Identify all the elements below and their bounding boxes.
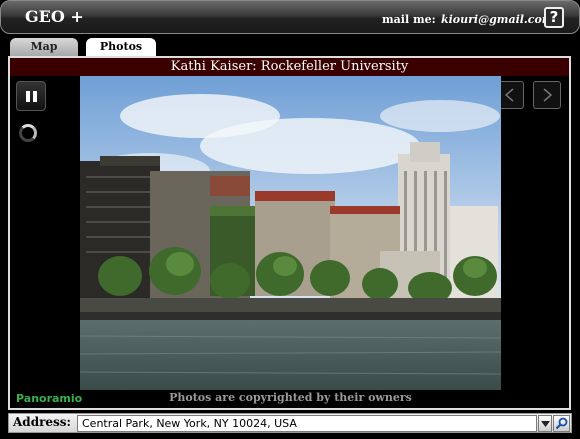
pause-icon-bar bbox=[32, 90, 37, 102]
address-dropdown-button[interactable] bbox=[538, 415, 552, 432]
pause-icon bbox=[25, 90, 30, 102]
address-label: Address: bbox=[13, 415, 71, 429]
copyright-notice: Photos are copyrighted by their owners bbox=[169, 391, 412, 404]
app-title: GEO + bbox=[25, 7, 84, 26]
search-icon bbox=[555, 417, 568, 430]
photos-panel: Kathi Kaiser: Rockefeller University Pho… bbox=[8, 56, 571, 410]
app-header: GEO + mail me: kiouri@gmail.com ? bbox=[0, 0, 580, 34]
tab-photos[interactable]: Photos bbox=[86, 38, 156, 56]
next-photo-button[interactable] bbox=[533, 81, 561, 109]
help-button[interactable]: ? bbox=[544, 7, 564, 28]
address-input[interactable] bbox=[77, 415, 537, 432]
photo-image bbox=[80, 76, 501, 390]
mail-label: mail me: bbox=[382, 13, 436, 26]
photo-caption: Kathi Kaiser: Rockefeller University bbox=[10, 58, 569, 76]
search-button[interactable] bbox=[553, 415, 570, 432]
tab-map[interactable]: Map bbox=[10, 38, 78, 56]
panoramio-logo[interactable]: Panoramio bbox=[16, 392, 82, 405]
chevron-right-icon bbox=[543, 88, 553, 102]
pause-button[interactable] bbox=[16, 81, 46, 111]
address-bar: Address: bbox=[8, 413, 572, 433]
loading-spinner-icon bbox=[19, 124, 37, 142]
chevron-left-icon bbox=[504, 88, 514, 102]
mail-link[interactable]: kiouri@gmail.com bbox=[441, 13, 553, 26]
chevron-down-icon bbox=[540, 420, 550, 427]
photo-scene bbox=[80, 76, 501, 390]
